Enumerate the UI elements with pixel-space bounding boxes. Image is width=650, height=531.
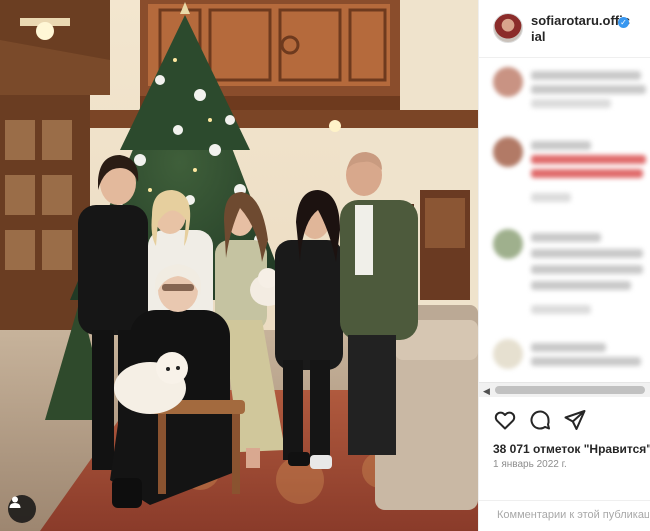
person-tag-icon [9,496,21,508]
comment-avatar [493,339,523,369]
scrollbar-thumb[interactable] [495,386,645,394]
add-comment-bar [479,500,650,531]
comment-text-blurred [531,281,631,290]
horizontal-scrollbar[interactable]: ◀ [479,382,650,397]
likes-count[interactable]: 38 071 отметок "Нравится" [493,442,650,456]
comment-text-blurred [531,169,643,178]
comment-text-blurred [531,233,601,242]
paper-plane-icon[interactable] [563,408,587,432]
post-date: 1 январь 2022 г. [493,459,567,470]
scroll-left-icon[interactable]: ◀ [483,386,490,397]
comment-text-blurred [531,85,646,94]
family-photo-illustration [0,0,478,531]
comment-text-blurred [531,357,641,366]
comment-avatar [493,67,523,97]
heart-icon[interactable] [493,408,517,432]
tag-people-button[interactable] [8,495,36,523]
comment-text-blurred [531,193,571,202]
comment-text-blurred [531,141,591,150]
comment-bubble-icon[interactable] [528,408,552,432]
comment-text-blurred [531,71,641,80]
comment-text-blurred [531,249,643,258]
comment-avatar [493,229,523,259]
comment-text-blurred [531,343,606,352]
post-header: sofiarotaru.official ✓ [479,0,650,58]
author-avatar[interactable] [493,13,523,43]
comment-text-blurred [531,155,646,164]
check-badge-icon: ✓ [618,17,629,28]
post-photo[interactable] [0,0,478,531]
comment-avatar [493,137,523,167]
comment-text-blurred [531,99,611,108]
post-sidebar: sofiarotaru.official ✓ ◀ 38 071 отметок … [478,0,650,531]
comment-text-blurred [531,265,643,274]
comments-list[interactable] [479,59,650,385]
comment-text-blurred [531,305,591,314]
likes-number: 38 071 [493,442,530,456]
comment-input[interactable] [497,509,649,521]
author-username[interactable]: sofiarotaru.official [531,13,633,45]
likes-label: отметок "Нравится" [533,442,650,456]
